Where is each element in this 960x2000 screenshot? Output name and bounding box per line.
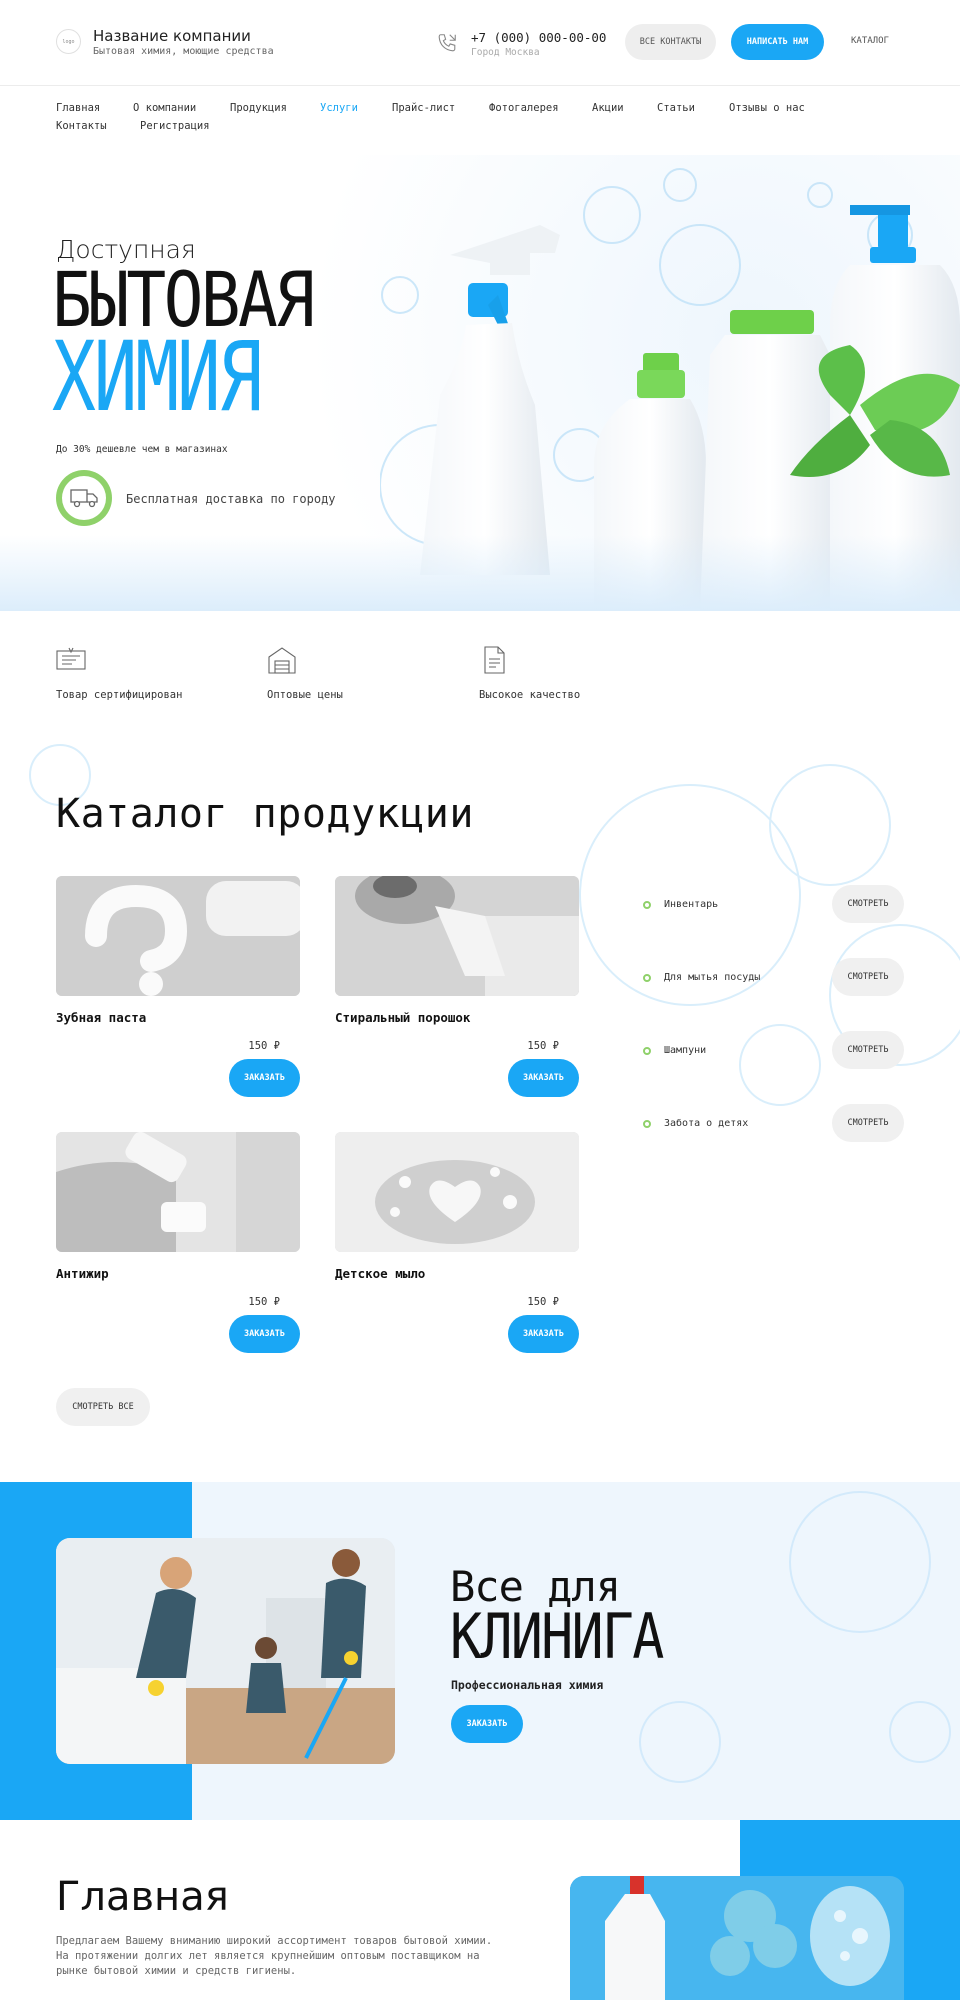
company-name[interactable]: Название компании <box>93 27 251 45</box>
site-header: logo Название компании Бытовая химия, мо… <box>0 0 960 86</box>
nav-item-pricelist[interactable]: Прайс-лист <box>392 102 455 114</box>
order-button[interactable]: ЗАКАЗАТЬ <box>508 1059 579 1097</box>
city-label: Город Москва <box>471 47 540 58</box>
product-name[interactable]: Детское мыло <box>335 1266 425 1281</box>
product-name[interactable]: Стиральный порошок <box>335 1010 470 1025</box>
bullet-icon <box>643 901 651 909</box>
product-card: Детское мыло 150 ₽ ЗАКАЗАТЬ <box>335 1132 579 1372</box>
catalog-link[interactable]: КАТАЛОГ <box>851 36 889 46</box>
toothpaste-photo <box>56 876 300 996</box>
nav-item-gallery[interactable]: Фотогалерея <box>489 102 559 114</box>
category-label[interactable]: Инвентарь <box>664 899 718 910</box>
nav-item-articles[interactable]: Статьи <box>657 102 695 114</box>
hero-bottom-fade <box>0 535 960 611</box>
feature-wholesale: Оптовые цены <box>267 645 343 701</box>
about-section: Главная Предлагаем Вашему вниманию широк… <box>0 1820 960 2000</box>
see-all-button[interactable]: СМОТРЕТЬ ВСЕ <box>56 1388 150 1426</box>
category-row: Шампуни СМОТРЕТЬ <box>643 1031 904 1071</box>
nav-item-promotions[interactable]: Акции <box>592 102 624 114</box>
category-row: Для мытья посуды СМОТРЕТЬ <box>643 958 904 998</box>
all-contacts-button[interactable]: ВСЕ КОНТАКТЫ <box>625 24 716 60</box>
bullet-icon <box>643 1047 651 1055</box>
cleaning-banner: Все для КЛИНИГА Профессиональная химия З… <box>0 1482 960 1820</box>
nav-item-about[interactable]: О компании <box>133 102 196 114</box>
category-label[interactable]: Забота о детях <box>664 1118 748 1129</box>
washing-powder-photo <box>335 876 579 996</box>
cleaning-title: КЛИНИГА <box>450 1600 664 1673</box>
order-button[interactable]: ЗАКАЗАТЬ <box>229 1059 300 1097</box>
phone-icon <box>438 34 456 52</box>
nav-item-reviews[interactable]: Отзывы о нас <box>729 102 805 114</box>
hero-banner: Доступная БЫТОВАЯ ХИМИЯ До 30% дешевле ч… <box>0 155 960 611</box>
category-label[interactable]: Шампуни <box>664 1045 706 1056</box>
view-category-button[interactable]: СМОТРЕТЬ <box>832 885 904 923</box>
product-image-toothpaste[interactable] <box>56 876 300 996</box>
nav-item-home[interactable]: Главная <box>56 102 100 114</box>
company-tagline: Бытовая химия, моющие средства <box>93 46 274 57</box>
degreaser-photo <box>56 1132 300 1252</box>
feature-quality-label: Высокое качество <box>479 689 581 701</box>
nav-item-contacts[interactable]: Контакты <box>56 120 107 132</box>
truck-icon <box>70 489 98 508</box>
product-card: Антижир 150 ₽ ЗАКАЗАТЬ <box>56 1132 300 1372</box>
cleaning-subtitle: Профессиональная химия <box>451 1678 604 1692</box>
feature-wholesale-label: Оптовые цены <box>267 689 343 701</box>
feature-quality: Высокое качество <box>479 645 580 701</box>
catalog-title: Каталог продукции <box>56 791 474 837</box>
order-button[interactable]: ЗАКАЗАТЬ <box>229 1315 300 1353</box>
nav-item-products[interactable]: Продукция <box>230 102 287 114</box>
hero-discount-note: До 30% дешевле чем в магазинах <box>56 444 228 455</box>
certificate-icon <box>56 647 86 670</box>
category-row: Забота о детях СМОТРЕТЬ <box>643 1104 904 1144</box>
catalog-section: Каталог продукции Зубная паста 150 ₽ ЗАК… <box>0 735 960 1482</box>
delivery-text: Бесплатная доставка по городу <box>126 492 336 506</box>
nav-item-services[interactable]: Услуги <box>320 102 358 114</box>
about-text: Предлагаем Вашему вниманию широкий ассор… <box>56 1935 493 1977</box>
hero-title-line2: ХИМИЯ <box>52 321 263 433</box>
warehouse-icon <box>268 647 296 674</box>
view-category-button[interactable]: СМОТРЕТЬ <box>832 1104 904 1142</box>
bullet-icon <box>643 1120 651 1128</box>
product-price: 150 ₽ <box>527 1040 559 1052</box>
category-row: Инвентарь СМОТРЕТЬ <box>643 885 904 925</box>
product-image-washing-powder[interactable] <box>335 876 579 996</box>
view-category-button[interactable]: СМОТРЕТЬ <box>832 958 904 996</box>
cleaning-photo <box>56 1538 395 1764</box>
view-category-button[interactable]: СМОТРЕТЬ <box>832 1031 904 1069</box>
feature-certified-label: Товар сертифицирован <box>56 689 183 701</box>
nav-item-registration[interactable]: Регистрация <box>140 120 210 132</box>
cleaning-supplies-photo <box>570 1876 904 2000</box>
category-label[interactable]: Для мытья посуды <box>664 972 760 983</box>
product-name[interactable]: Зубная паста <box>56 1010 146 1025</box>
about-photo <box>570 1876 904 2000</box>
product-price: 150 ₽ <box>248 1040 280 1052</box>
product-image-degreaser[interactable] <box>56 1132 300 1252</box>
order-button[interactable]: ЗАКАЗАТЬ <box>508 1315 579 1353</box>
product-price: 150 ₽ <box>248 1296 280 1308</box>
phone-number[interactable]: +7 (000) 000-00-00 <box>471 30 606 45</box>
product-card: Зубная паста 150 ₽ ЗАКАЗАТЬ <box>56 876 300 1116</box>
delivery-badge <box>56 470 112 526</box>
logo-text: logo <box>62 38 75 45</box>
company-logo[interactable]: logo <box>56 29 81 54</box>
spray-bottle <box>420 225 560 575</box>
bullet-icon <box>643 974 651 982</box>
baby-soap-photo <box>335 1132 579 1252</box>
feature-certified: Товар сертифицирован <box>56 645 182 701</box>
write-us-button[interactable]: НАПИСАТЬ НАМ <box>731 24 824 60</box>
product-image-baby-soap[interactable] <box>335 1132 579 1252</box>
product-price: 150 ₽ <box>527 1296 559 1308</box>
product-card: Стиральный порошок 150 ₽ ЗАКАЗАТЬ <box>335 876 579 1116</box>
cleaning-order-button[interactable]: ЗАКАЗАТЬ <box>451 1705 523 1743</box>
document-icon <box>484 646 505 674</box>
about-title: Главная <box>56 1874 229 1920</box>
features-bar: Товар сертифицирован Оптовые цены Высоко… <box>0 611 960 735</box>
cleaning-workers-photo <box>56 1538 395 1764</box>
product-name[interactable]: Антижир <box>56 1266 109 1281</box>
